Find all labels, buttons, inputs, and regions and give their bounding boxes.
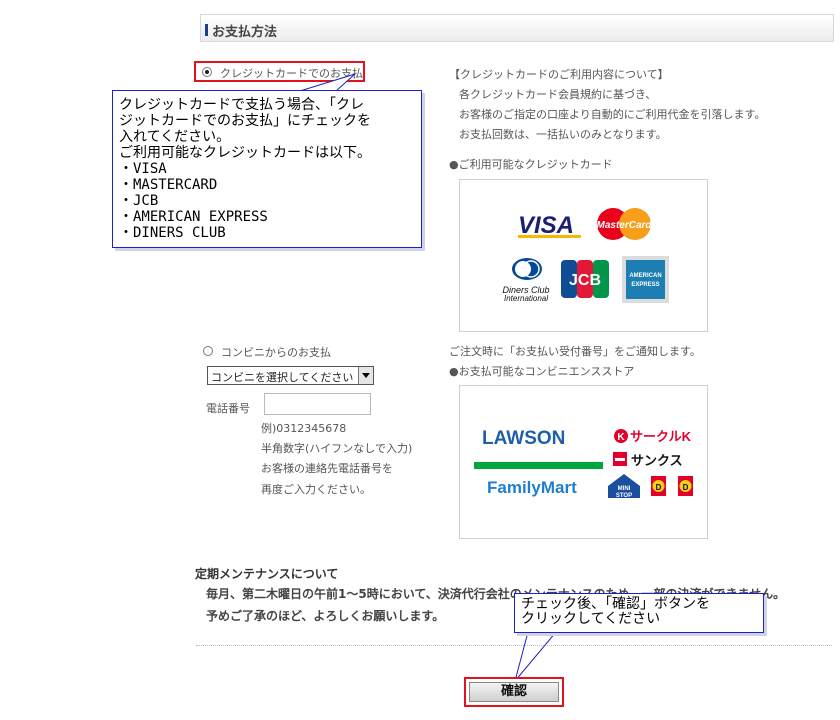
convenience-label[interactable]: コンビニからのお支払	[221, 344, 331, 360]
lawson-logo: LAWSON	[482, 428, 565, 449]
phone-hint: 半角数字(ハイフンなしで入力)	[261, 442, 413, 455]
phone-label: 電話番号	[206, 402, 250, 415]
confirm-button-highlight: 確認	[464, 677, 564, 707]
callout-line: 入れてください。	[119, 129, 231, 145]
convenience-logos: LAWSON K サークルK FamilyMart サンクス MINI STOP…	[459, 385, 708, 539]
maintenance-line2: 予めご了承のほど、よろしくお願いします。	[206, 609, 445, 623]
familymart-logo: FamilyMart	[487, 478, 577, 497]
callout-pointer-credit	[299, 73, 356, 92]
convenience-radio[interactable]	[203, 346, 213, 356]
callout-line: チェック後、「確認」ボタンを	[521, 596, 710, 612]
daily-mark-1: D	[656, 483, 662, 492]
callout-line: ・AMERICAN EXPRESS	[119, 209, 268, 225]
chevron-down-icon[interactable]	[358, 367, 373, 384]
familymart-stripe	[474, 462, 603, 469]
maintenance-title: 定期メンテナンスについて	[195, 567, 339, 581]
circlek-text: サークルK	[630, 429, 692, 444]
sunkus-logo: サンクス	[613, 452, 683, 468]
divider	[196, 645, 832, 646]
callout-line: ・MASTERCARD	[119, 177, 218, 193]
daily-logo: D D	[651, 476, 693, 496]
confirm-callout: チェック後、「確認」ボタンを クリックしてください	[514, 593, 764, 633]
callout-line: ・DINERS CLUB	[119, 225, 226, 241]
callout-line: クレジットカードで支払う場合、「クレ	[119, 97, 364, 113]
callout-pointer-confirm	[514, 631, 558, 682]
stores-heading: ●お支払可能なコンビニエンスストア	[449, 365, 635, 378]
convenience-select[interactable]: コンビニを選択してください	[207, 366, 374, 385]
ministop-text-1: MINI	[618, 486, 631, 492]
callout-line: ・JCB	[119, 193, 159, 209]
callout-line: クリックしてください	[521, 611, 661, 627]
circlek-mark: K	[617, 432, 625, 443]
phone-hint: 例)0312345678	[261, 422, 347, 435]
store-logos-svg: LAWSON K サークルK FamilyMart サンクス MINI STOP…	[474, 428, 693, 499]
callout-line: ジットカードでのお支払」にチェックを	[119, 113, 371, 129]
sunkus-text: サンクス	[631, 453, 683, 468]
callout-line: ・VISA	[119, 161, 167, 177]
daily-mark-2: D	[683, 483, 689, 492]
phone-hint: 再度ご入力ください。	[261, 483, 371, 496]
ministop-logo: MINI STOP	[608, 474, 640, 499]
circlek-logo: K サークルK	[614, 429, 692, 444]
credit-callout: クレジットカードで支払う場合、「クレ ジットカードでのお支払」にチェックを 入れ…	[112, 90, 422, 248]
select-value: コンビニを選択してください	[211, 371, 354, 384]
phone-hint: お客様の連絡先電話番号を	[261, 462, 393, 475]
convenience-notice: ご注文時に「お支払い受付番号」をご通知します。	[449, 345, 701, 358]
confirm-button[interactable]: 確認	[469, 682, 559, 702]
phone-input[interactable]	[264, 393, 371, 415]
ministop-text-2: STOP	[616, 493, 632, 499]
callout-line: ご利用可能なクレジットカードは以下。	[119, 145, 371, 161]
